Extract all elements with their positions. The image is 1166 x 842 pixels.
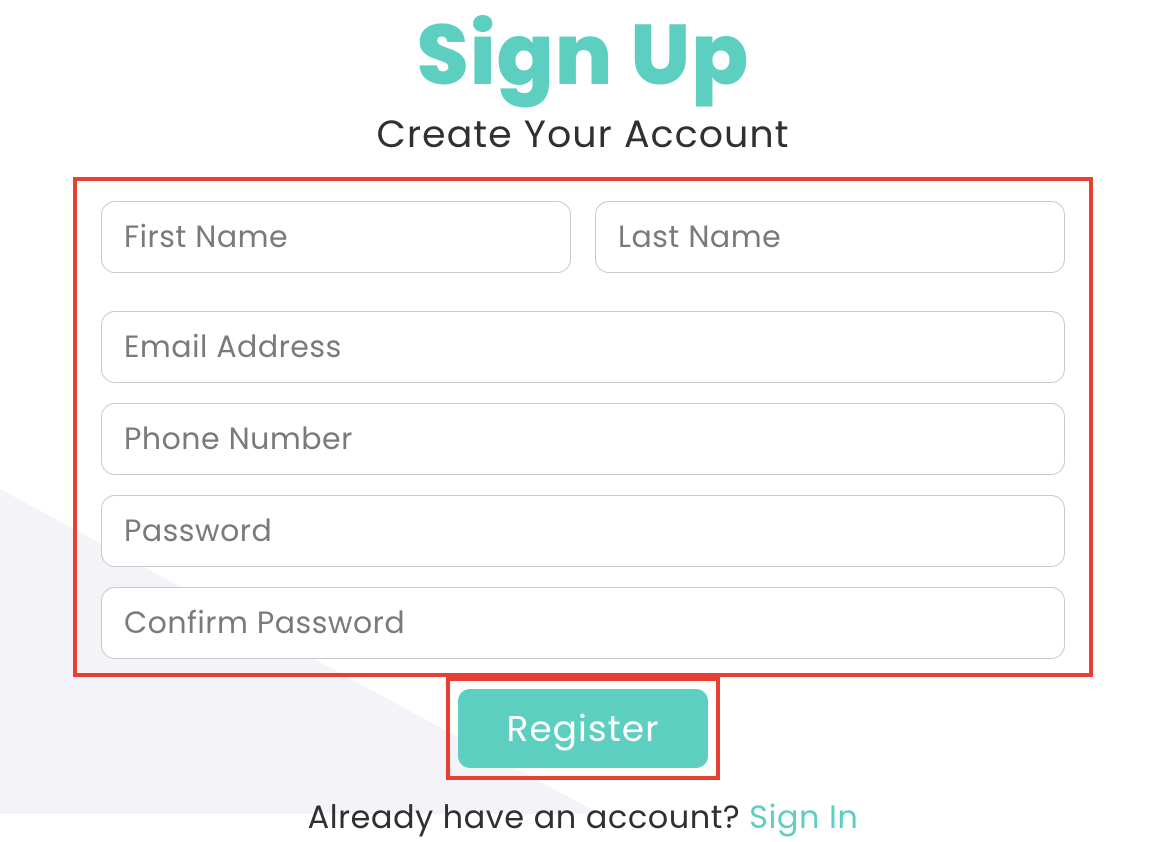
phone-input[interactable] bbox=[101, 403, 1065, 475]
register-highlight-box: Register bbox=[446, 677, 719, 780]
signup-form-highlight-box bbox=[73, 177, 1093, 677]
register-button[interactable]: Register bbox=[458, 689, 707, 768]
footer-prompt: Already have an account? bbox=[308, 795, 750, 840]
password-input[interactable] bbox=[101, 495, 1065, 567]
first-name-input[interactable] bbox=[101, 201, 571, 273]
page-subtitle: Create Your Account bbox=[377, 106, 790, 163]
signin-link[interactable]: Sign In bbox=[749, 795, 858, 840]
name-row bbox=[101, 201, 1065, 273]
footer-line: Already have an account? Sign In bbox=[308, 794, 859, 842]
email-input[interactable] bbox=[101, 311, 1065, 383]
signup-content: Sign Up Create Your Account Register Alr… bbox=[0, 10, 1166, 842]
confirm-password-input[interactable] bbox=[101, 587, 1065, 659]
last-name-input[interactable] bbox=[595, 201, 1065, 273]
page-title: Sign Up bbox=[417, 10, 750, 102]
